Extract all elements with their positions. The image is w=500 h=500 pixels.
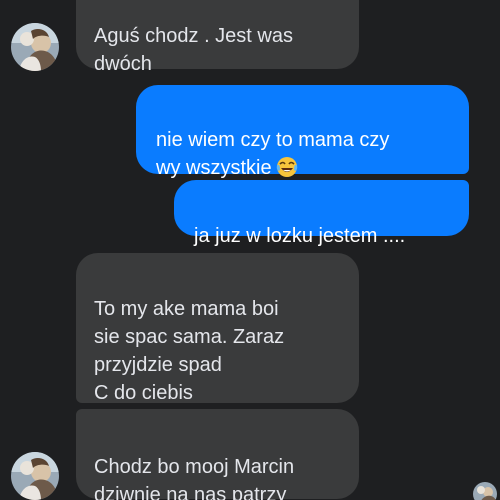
message-bubble-outgoing[interactable]: nie wiem czy to mama czy wy wszystkie	[136, 85, 469, 179]
read-receipt-avatar	[473, 482, 497, 500]
message-text: To my ake mama boi sie spac sama. Zaraz …	[94, 298, 285, 404]
contact-avatar-icon	[11, 23, 59, 71]
message-text: Aguś chodz . Jest was dwóch	[94, 25, 293, 75]
contact-avatar[interactable]	[11, 23, 59, 71]
contact-avatar-icon	[11, 452, 59, 500]
tears-of-joy-emoji-icon	[276, 157, 297, 177]
read-receipt-icon	[473, 482, 497, 500]
message-text: ja juz w lozku jestem ....	[194, 225, 406, 247]
message-bubble-incoming[interactable]: Chodz bo mooj Marcin dziwnie na nas patr…	[76, 409, 359, 500]
message-bubble-incoming[interactable]: To my ake mama boi sie spac sama. Zaraz …	[76, 253, 359, 404]
message-text: Chodz bo mooj Marcin dziwnie na nas patr…	[94, 456, 295, 500]
contact-avatar[interactable]	[11, 452, 59, 500]
message-bubble-incoming[interactable]: Aguś chodz . Jest was dwóch	[76, 0, 359, 75]
message-bubble-outgoing[interactable]: ja juz w lozku jestem ....	[174, 180, 469, 247]
message-text: nie wiem czy to mama czy wy wszystkie	[156, 129, 390, 179]
chat-thread: Aguś chodz . Jest was dwóch nie wiem czy…	[0, 0, 500, 500]
